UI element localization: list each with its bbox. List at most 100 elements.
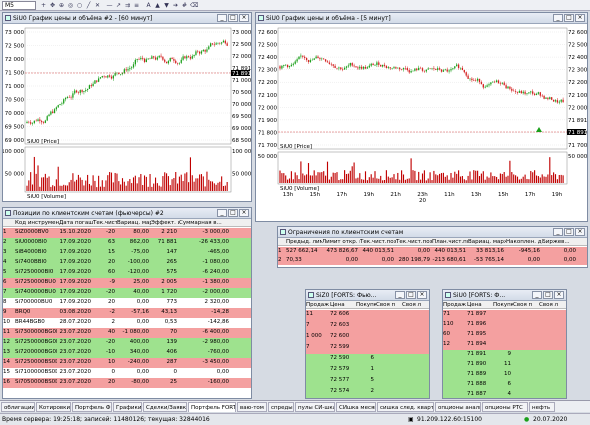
table-row[interactable]: 1 SiZ0000BV0 15.10.2020 -20 80,00 2 210 -3 000…	[3, 228, 251, 238]
minimize-button[interactable]: _	[217, 209, 227, 217]
tab-2[interactable]: Портфель ФР	[72, 402, 112, 412]
tab-5[interactable]: Портфель FORTS	[188, 402, 236, 412]
target-icon[interactable]: ◎	[67, 2, 74, 9]
table-row[interactable]: 12 Si7250000BG0D 23.07.2020 -20 400,00 139 -2 …	[3, 338, 251, 348]
column-header[interactable]: Суммарная в...	[179, 219, 231, 227]
column-header[interactable]: Тек.чист.поз.	[93, 219, 117, 227]
text-icon[interactable]: A	[145, 2, 152, 9]
column-header[interactable]: Своя л	[539, 301, 566, 309]
book1-table[interactable]: ПродажЦенаПокупкаСвоя пСвоя л1172 606772…	[306, 301, 429, 398]
chart2-svg[interactable]: 72 600 72 500 72 400 72 300 72 200 72 100 72 0…	[256, 24, 587, 221]
close-button[interactable]: ×	[239, 209, 249, 217]
table-row[interactable]: 72 579 1	[306, 365, 429, 376]
cross-icon[interactable]: ✕	[94, 2, 101, 9]
close-button[interactable]: ×	[239, 14, 249, 22]
column-header[interactable]: Тек.чист.поз.	[360, 238, 396, 246]
column-header[interactable]: Цена	[330, 301, 356, 309]
table-row[interactable]: 14 Si7250000BS0D 23.07.2020 10 -240,00 287 -3 …	[3, 358, 251, 368]
grid-icon[interactable]: #	[181, 2, 188, 9]
column-header[interactable]: Лимит откр. поз.	[322, 238, 360, 246]
column-header[interactable]: Вариац. маржа	[117, 219, 151, 227]
chart1-svg[interactable]: 73 000 72 500 72 000 71 500 71 000 70 500 70 0…	[3, 24, 251, 201]
arrow-icon[interactable]: ➔	[172, 2, 179, 9]
tab-11[interactable]: опционы анализ	[435, 402, 481, 412]
close-button[interactable]: ×	[575, 228, 585, 236]
column-header[interactable]: Биржев...	[542, 238, 578, 246]
column-header[interactable]: Эффект. цена	[151, 219, 179, 227]
table-row[interactable]: 2 70,33 0,00 0,00 280 198,79 -213 680,61 -53 7…	[278, 256, 587, 265]
close-button[interactable]: ×	[417, 291, 427, 299]
column-header[interactable]	[3, 219, 15, 227]
column-header[interactable]: Продаж	[306, 301, 330, 309]
maximize-button[interactable]: □	[564, 228, 574, 236]
fib-icon[interactable]: ≡	[133, 2, 140, 9]
table-row[interactable]: 4 Si7400BBI0 17.09.2020 20 -100,00 265 -1 080,…	[3, 258, 251, 268]
tab-1[interactable]: Котировки	[36, 402, 71, 412]
minimize-button[interactable]: _	[553, 228, 563, 236]
table-row[interactable]: 7 Si7400000BU0 17.09.2020 -20 40,00 1 720 -2 0…	[3, 288, 251, 298]
minimize-button[interactable]: _	[217, 14, 227, 22]
maximize-button[interactable]: □	[406, 291, 416, 299]
table-row[interactable]: 60 71 895	[443, 330, 566, 340]
table-row[interactable]: 7 72 599	[306, 343, 429, 354]
table-row[interactable]: 11 72 606	[306, 310, 429, 321]
limits-table[interactable]: Предыд. лимитЛимит откр. поз.Тек.чист.по…	[278, 238, 587, 267]
column-header[interactable]: Покупка	[356, 301, 376, 309]
table-row[interactable]: 7 72 603	[306, 321, 429, 332]
close-button[interactable]: ×	[575, 14, 585, 22]
table-row[interactable]: 71 888 6	[443, 380, 566, 390]
delete-icon[interactable]: ⌫	[190, 2, 198, 9]
table-row[interactable]: 9 BRQ0 03.08.2020 -2 -57,16 43,13 -14,28	[3, 308, 251, 318]
trend-icon[interactable]: ↗	[115, 2, 122, 9]
table-row[interactable]: 11 Si7300000BG0D 23.07.2020 40 -1 080,00 70 -6…	[3, 328, 251, 338]
book2-table[interactable]: ПродажЦенаПокупкаСвоя пСвоя л 71 71 897 110…	[443, 301, 566, 398]
maximize-button[interactable]: □	[564, 14, 574, 22]
crosshair-icon[interactable]: +	[40, 2, 47, 9]
table-row[interactable]: 71 889 10	[443, 370, 566, 380]
arrow-up-icon[interactable]: ▲	[154, 2, 161, 9]
table-row[interactable]: 12 71 894	[443, 340, 566, 350]
column-header[interactable]: Покупка	[493, 301, 513, 309]
arrow-down-icon[interactable]: ▼	[163, 2, 170, 9]
column-header[interactable]: Своя п	[376, 301, 402, 309]
tab-12[interactable]: опционы РТС	[482, 402, 528, 412]
table-row[interactable]: 72 590 6	[306, 354, 429, 365]
table-row[interactable]: 6 Si7250000BU0 17.09.2020 -9 25,00 2 005 -1 38…	[3, 278, 251, 288]
maximize-button[interactable]: □	[543, 291, 553, 299]
maximize-button[interactable]: □	[228, 14, 238, 22]
table-row[interactable]: 71 887 4	[443, 390, 566, 398]
zoom-icon[interactable]: ⊕	[58, 2, 65, 9]
column-header[interactable]: Своя п	[513, 301, 539, 309]
column-header[interactable]: Накоплен. доход	[506, 238, 542, 246]
line-icon[interactable]: ╱	[85, 2, 92, 9]
table-row[interactable]: 13 Si7200000BG0D 23.07.2020 -10 340,00 406 -76…	[3, 348, 251, 358]
table-row[interactable]: 15 Si7100000BS0D 23.07.2020 0 0,00 0 0,00	[3, 368, 251, 378]
column-header[interactable]: Своя л	[402, 301, 429, 309]
minimize-button[interactable]: _	[532, 291, 542, 299]
table-row[interactable]: 72 574 2	[306, 387, 429, 398]
hline-icon[interactable]: —	[106, 2, 113, 9]
column-header[interactable]: Вариац. маржа	[468, 238, 506, 246]
column-header[interactable]: Продаж	[443, 301, 467, 309]
table-row[interactable]: 10 BR44BGB0 28.07.2020 2 0,00 0,53 -142,86	[3, 318, 251, 328]
tab-7[interactable]: спреды	[268, 402, 294, 412]
minimize-button[interactable]: _	[395, 291, 405, 299]
column-header[interactable]: План.чист.поз.	[432, 238, 468, 246]
table-row[interactable]: 71 891 9	[443, 350, 566, 360]
table-row[interactable]: 71 71 897	[443, 310, 566, 320]
tab-13[interactable]: нефть	[529, 402, 555, 412]
tab-6[interactable]: ваю-том	[237, 402, 267, 412]
move-icon[interactable]: ✥	[49, 2, 56, 9]
table-row[interactable]: 110 71 896	[443, 320, 566, 330]
column-header[interactable]	[278, 238, 286, 246]
column-header[interactable]: Код инструмента	[15, 219, 59, 227]
tab-4[interactable]: Сделки/Заявки	[143, 402, 187, 412]
column-header[interactable]: Цена	[467, 301, 493, 309]
table-row[interactable]: 8 Si700000BU0 17.09.2020 20 0,00 773 2 320,00	[3, 298, 251, 308]
table-row[interactable]: 1 527 662,14 473 826,67 440 013,51 0,00 440 0…	[278, 247, 587, 256]
minimize-button[interactable]: _	[553, 14, 563, 22]
table-row[interactable]: 3 SiB4000BI0 17.09.2020 15 -75,00 147 -465,00	[3, 248, 251, 258]
table-row[interactable]: 2 SiU0000BI0 17.09.2020 63 862,00 71 881 -26 4…	[3, 238, 251, 248]
table-row[interactable]: 71 890 11	[443, 360, 566, 370]
tab-9[interactable]: СИшка месяц	[336, 402, 376, 412]
